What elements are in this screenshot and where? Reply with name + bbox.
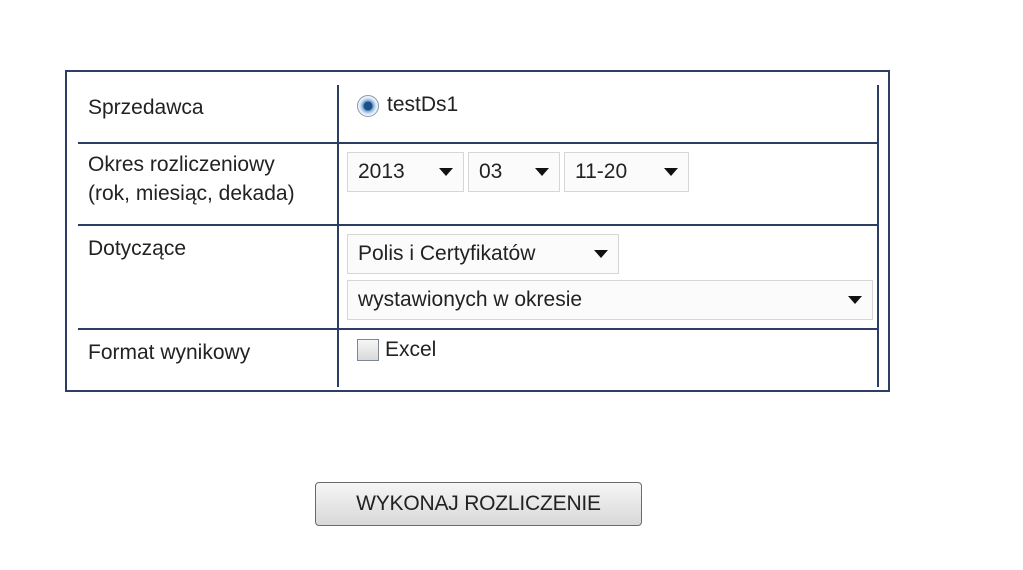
excel-option-label: Excel: [385, 338, 437, 361]
concerning-field: Polis i Certyfikatów wystawionych w okre…: [338, 224, 879, 330]
period-label: Okres rozliczeniowy (rok, miesiąc, dekad…: [78, 142, 339, 226]
document-type-select[interactable]: Polis i Certyfikatów: [347, 234, 619, 274]
seller-radio-option[interactable]: testDs1: [347, 93, 877, 117]
seller-field: testDs1: [338, 85, 879, 144]
seller-label: Sprzedawca: [78, 85, 339, 144]
year-select[interactable]: 2013: [347, 152, 464, 192]
settlement-form: Sprzedawca testDs1 Okres rozliczeniowy (…: [65, 70, 890, 392]
period-label-line1: Okres rozliczeniowy: [88, 153, 275, 176]
concerning-row: Dotyczące Polis i Certyfikatów wystawion…: [78, 224, 879, 330]
excel-checkbox-option[interactable]: Excel: [347, 338, 877, 362]
chevron-down-icon: [535, 168, 549, 176]
seller-row: Sprzedawca testDs1: [78, 85, 879, 144]
seller-option-label: testDs1: [387, 93, 459, 116]
chevron-down-icon: [664, 168, 678, 176]
chevron-down-icon: [439, 168, 453, 176]
concerning-label: Dotyczące: [78, 224, 339, 330]
document-type-value: Polis i Certyfikatów: [358, 242, 536, 265]
month-value: 03: [479, 160, 503, 183]
month-select[interactable]: 03: [468, 152, 560, 192]
chevron-down-icon: [594, 250, 608, 258]
radio-selected-icon[interactable]: [357, 95, 379, 117]
settlement-page: Sprzedawca testDs1 Okres rozliczeniowy (…: [0, 0, 1023, 570]
decade-value: 11-20: [575, 160, 628, 183]
issue-scope-select[interactable]: wystawionych w okresie: [347, 280, 873, 320]
period-label-line2: (rok, miesiąc, dekada): [88, 182, 295, 205]
decade-select[interactable]: 11-20: [564, 152, 689, 192]
period-field: 2013 03 11-20: [338, 142, 879, 226]
checkbox-unchecked-icon[interactable]: [357, 339, 379, 361]
run-settlement-button[interactable]: WYKONAJ ROZLICZENIE: [315, 482, 642, 526]
settlement-form-table: Sprzedawca testDs1 Okres rozliczeniowy (…: [78, 85, 879, 387]
chevron-down-icon: [848, 296, 862, 304]
output-format-row: Format wynikowy Excel: [78, 328, 879, 387]
output-format-field: Excel: [338, 328, 879, 387]
issue-scope-value: wystawionych w okresie: [358, 288, 583, 311]
output-format-label: Format wynikowy: [78, 328, 339, 387]
period-row: Okres rozliczeniowy (rok, miesiąc, dekad…: [78, 142, 879, 226]
year-value: 2013: [358, 160, 405, 183]
